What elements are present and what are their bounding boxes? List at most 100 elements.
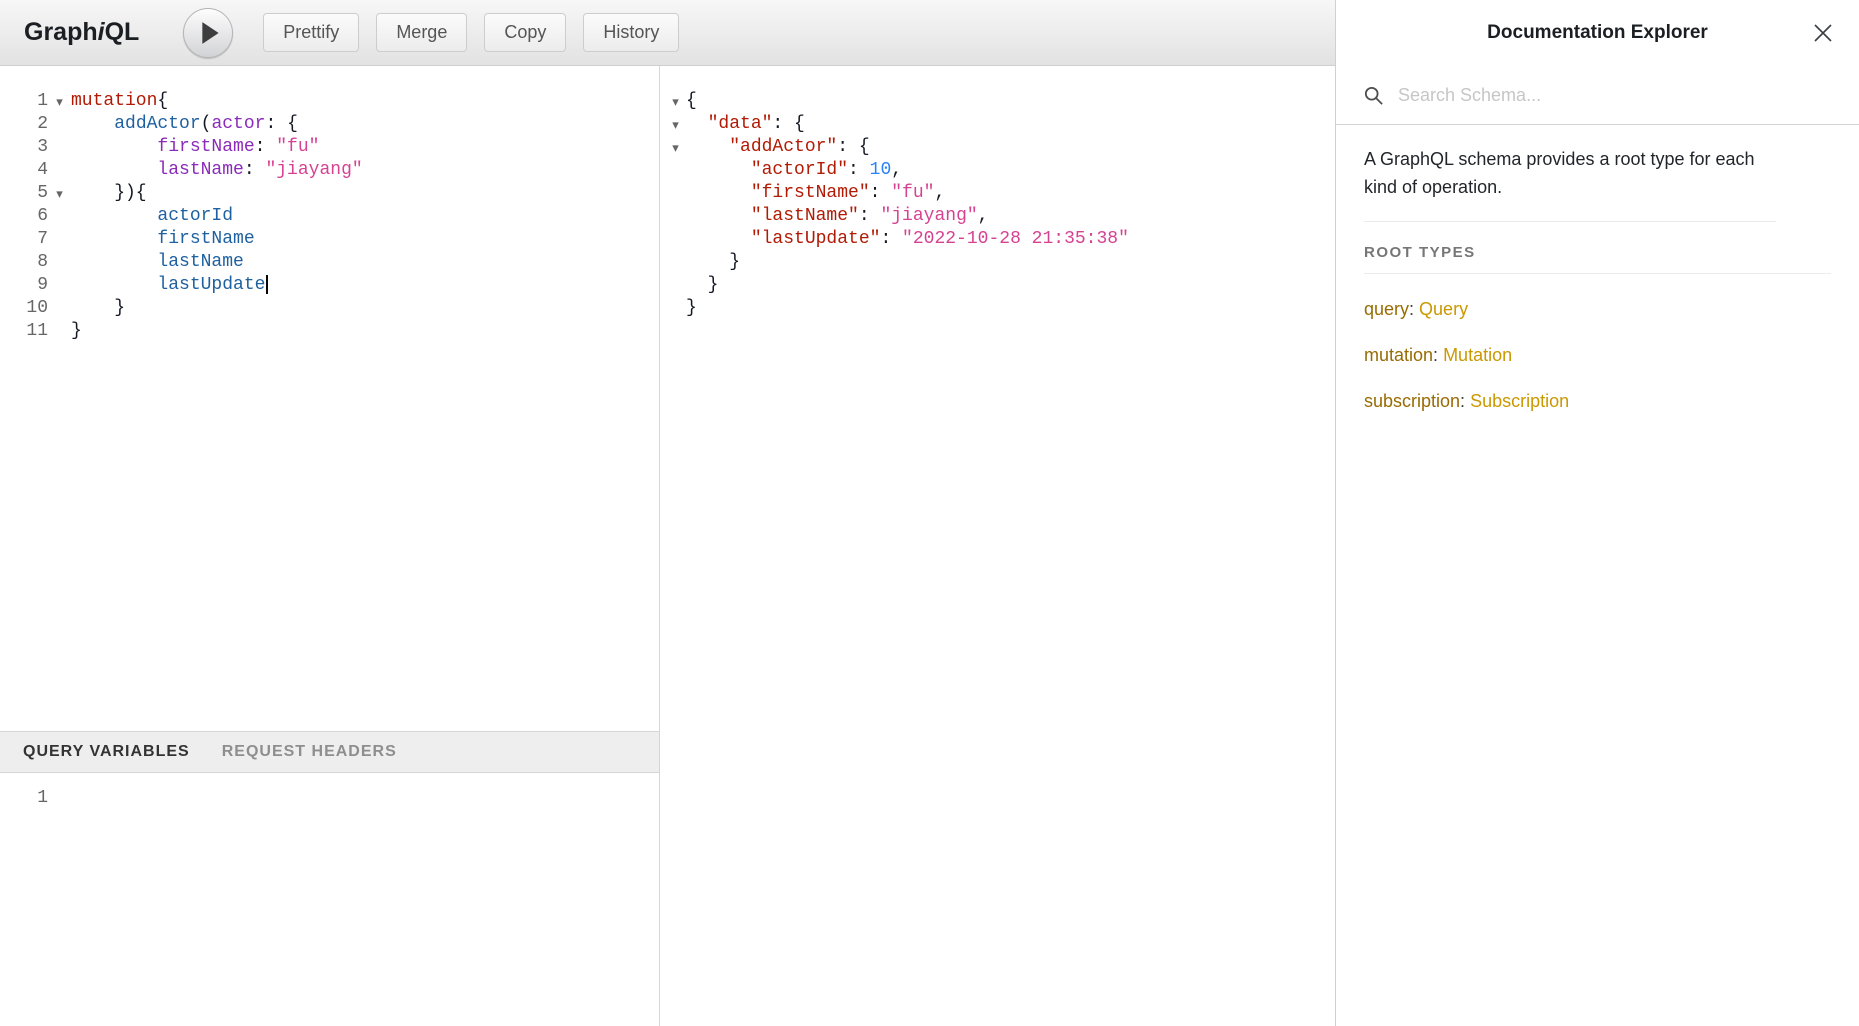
line-number: 5 — [0, 182, 48, 205]
fold-arrow-icon[interactable]: ▾ — [665, 90, 686, 113]
root-type-query: query: Query — [1364, 299, 1831, 320]
code-line: "firstName": "fu", — [665, 182, 1335, 205]
logo-text-end: QL — [105, 18, 140, 46]
fold-gutter-spacer — [665, 182, 686, 205]
variables-editor[interactable]: 1 — [0, 773, 659, 1026]
code-line: 9 lastUpdate — [0, 274, 659, 297]
tab-query-variables[interactable]: QUERY VARIABLES — [23, 743, 190, 761]
code-text: "lastUpdate": "2022-10-28 21:35:38" — [686, 228, 1129, 251]
code-line: } — [665, 274, 1335, 297]
search-icon — [1363, 85, 1384, 106]
root-type-keyword: mutation — [1364, 345, 1433, 365]
code-line: 1 — [0, 787, 659, 810]
code-text: mutation{ — [71, 90, 168, 113]
code-text: } — [71, 320, 82, 343]
fold-gutter-spacer — [665, 228, 686, 251]
fold-gutter-spacer — [48, 228, 71, 251]
code-line: 1▾mutation{ — [0, 90, 659, 113]
result-viewer: ▾{▾ "data": {▾ "addActor": { "actorId": … — [660, 66, 1335, 1026]
fold-arrow-icon[interactable]: ▾ — [48, 182, 71, 205]
fold-arrow-icon[interactable]: ▾ — [665, 113, 686, 136]
line-number: 11 — [0, 320, 48, 343]
logo-text: Graph — [24, 18, 98, 46]
code-text: "data": { — [686, 113, 805, 136]
secondary-editor-tabbar: QUERY VARIABLES REQUEST HEADERS — [0, 731, 659, 773]
query-editor[interactable]: 1▾mutation{2 addActor(actor: {3 firstNam… — [0, 66, 659, 731]
line-number: 7 — [0, 228, 48, 251]
fold-gutter-spacer — [665, 205, 686, 228]
code-text: "actorId": 10, — [686, 159, 902, 182]
code-line: "lastUpdate": "2022-10-28 21:35:38" — [665, 228, 1335, 251]
root-type-separator: : — [1460, 391, 1470, 411]
line-number: 6 — [0, 205, 48, 228]
fold-arrow-icon[interactable]: ▾ — [665, 136, 686, 159]
code-text: "firstName": "fu", — [686, 182, 945, 205]
code-text: lastName: "jiayang" — [71, 159, 363, 182]
fold-gutter-spacer — [665, 251, 686, 274]
code-line: ▾{ — [665, 90, 1335, 113]
line-number: 3 — [0, 136, 48, 159]
doc-explorer-close-button[interactable] — [1807, 17, 1839, 49]
root-type-separator: : — [1409, 299, 1419, 319]
fold-gutter-spacer — [48, 297, 71, 320]
root-type-keyword: subscription — [1364, 391, 1460, 411]
execute-query-button[interactable] — [183, 8, 233, 58]
code-line: 2 addActor(actor: { — [0, 113, 659, 136]
play-icon — [201, 22, 220, 44]
root-type-keyword: query — [1364, 299, 1409, 319]
doc-section-title-root-types: ROOT TYPES — [1364, 244, 1831, 274]
editor-region: GraphiQL Prettify Merge Copy History 1▾m… — [0, 0, 1336, 1026]
line-number: 8 — [0, 251, 48, 274]
graphiql-logo: GraphiQL — [24, 18, 139, 47]
code-line: 8 lastName — [0, 251, 659, 274]
type-link-query[interactable]: Query — [1419, 299, 1468, 319]
type-link-mutation[interactable]: Mutation — [1443, 345, 1512, 365]
query-column: 1▾mutation{2 addActor(actor: {3 firstNam… — [0, 66, 660, 1026]
prettify-button[interactable]: Prettify — [263, 13, 359, 52]
copy-button[interactable]: Copy — [484, 13, 566, 52]
code-text: } — [686, 297, 697, 320]
code-line: 7 firstName — [0, 228, 659, 251]
code-line: 4 lastName: "jiayang" — [0, 159, 659, 182]
code-text: lastName — [71, 251, 244, 274]
code-line: 3 firstName: "fu" — [0, 136, 659, 159]
code-line: 11} — [0, 320, 659, 343]
text-cursor — [266, 275, 268, 294]
history-button[interactable]: History — [583, 13, 679, 52]
code-line: "actorId": 10, — [665, 159, 1335, 182]
tab-request-headers[interactable]: REQUEST HEADERS — [222, 743, 397, 761]
code-text: } — [71, 297, 125, 320]
code-text: "addActor": { — [686, 136, 870, 159]
close-icon — [1813, 23, 1833, 43]
code-line: } — [665, 251, 1335, 274]
fold-gutter-spacer — [48, 251, 71, 274]
root-type-subscription: subscription: Subscription — [1364, 391, 1831, 412]
code-text: firstName: "fu" — [71, 136, 319, 159]
line-number: 9 — [0, 274, 48, 297]
line-number: 1 — [0, 90, 48, 113]
fold-gutter-spacer — [48, 205, 71, 228]
line-number: 10 — [0, 297, 48, 320]
code-line: 6 actorId — [0, 205, 659, 228]
type-link-subscription[interactable]: Subscription — [1470, 391, 1569, 411]
merge-button[interactable]: Merge — [376, 13, 467, 52]
toolbar-buttons: Prettify Merge Copy History — [263, 13, 679, 52]
line-number: 1 — [0, 787, 48, 810]
toolbar: GraphiQL Prettify Merge Copy History — [0, 0, 1335, 66]
fold-gutter-spacer — [48, 320, 71, 343]
code-text: lastUpdate — [71, 274, 268, 297]
root-type-mutation: mutation: Mutation — [1364, 345, 1831, 366]
schema-search-input[interactable] — [1398, 85, 1859, 106]
root-type-separator: : — [1433, 345, 1443, 365]
code-line: ▾ "data": { — [665, 113, 1335, 136]
fold-arrow-icon[interactable]: ▾ — [48, 90, 71, 113]
doc-explorer-panel: Documentation Explorer A GraphQL schema … — [1336, 0, 1859, 1026]
fold-gutter-spacer — [665, 159, 686, 182]
code-text: addActor(actor: { — [71, 113, 298, 136]
fold-gutter-spacer — [48, 274, 71, 297]
code-text: }){ — [71, 182, 147, 205]
fold-gutter-spacer — [48, 113, 71, 136]
code-line: 5▾ }){ — [0, 182, 659, 205]
editor-panes: 1▾mutation{2 addActor(actor: {3 firstNam… — [0, 66, 1335, 1026]
fold-gutter-spacer — [48, 159, 71, 182]
